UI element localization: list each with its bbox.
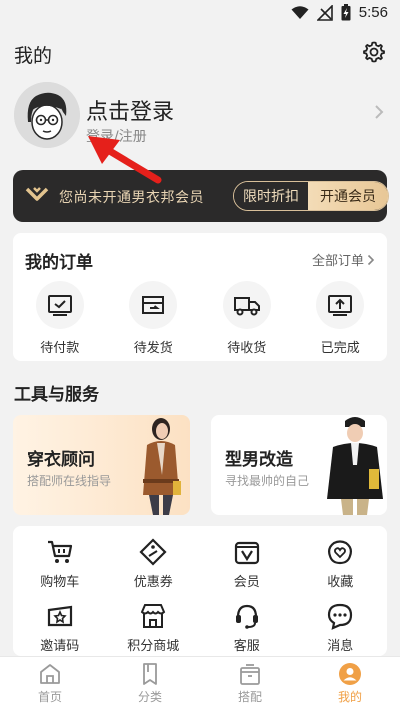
delivery-truck-icon <box>233 297 260 316</box>
order-pending-receipt[interactable]: 待收货 <box>200 281 294 356</box>
header: 我的 <box>0 28 400 78</box>
services-title: 工具与服务 <box>14 385 99 405</box>
login-title[interactable]: 点击登录 <box>86 94 174 126</box>
tab-category[interactable]: 分类 <box>100 657 200 710</box>
tools-card: 购物车 优惠券 会员 收藏 邀请码 积分商城 客服 消息 <box>13 526 387 656</box>
home-icon <box>40 664 60 684</box>
tool-label: 会员 <box>233 575 260 590</box>
limited-discount-label[interactable]: 限时折扣 <box>234 182 308 210</box>
tool-member[interactable]: 会员 <box>200 538 294 590</box>
tool-label: 优惠券 <box>133 575 173 590</box>
invite-code-icon <box>47 605 72 627</box>
order-label: 待收货 <box>227 341 267 356</box>
tool-invite-code[interactable]: 邀请码 <box>13 602 107 654</box>
order-label: 待发货 <box>133 341 173 356</box>
coupon-icon <box>139 538 167 566</box>
bottom-tab-bar: 首页 分类 搭配 我的 <box>0 656 400 710</box>
tool-label: 收藏 <box>327 575 354 590</box>
pending-shipment-icon <box>142 296 165 314</box>
order-completed[interactable]: 已完成 <box>294 281 388 356</box>
profile-icon <box>339 663 361 685</box>
wifi-icon <box>291 5 309 19</box>
outfit-icon <box>240 664 260 685</box>
tab-label: 分类 <box>137 690 162 704</box>
all-orders-label[interactable]: 全部订单 <box>312 250 364 269</box>
tab-home[interactable]: 首页 <box>0 657 100 710</box>
page-title: 我的 <box>14 45 53 67</box>
vip-status-text: 您尚未开通男衣邦会员 <box>59 190 204 206</box>
tool-coupon[interactable]: 优惠券 <box>107 538 201 590</box>
settings-gear-icon[interactable] <box>362 40 386 64</box>
member-icon <box>234 541 259 565</box>
vip-pill[interactable]: 限时折扣 开通会员 <box>233 181 389 211</box>
tool-label: 邀请码 <box>40 639 80 654</box>
avatar[interactable] <box>14 82 80 148</box>
promo-title[interactable]: 型男改造 <box>225 445 293 470</box>
model-man-image <box>327 417 383 515</box>
order-label: 已完成 <box>320 341 360 356</box>
message-icon <box>328 603 353 630</box>
tool-cart[interactable]: 购物车 <box>13 538 107 590</box>
promo-title[interactable]: 穿衣顾问 <box>27 445 95 470</box>
favorite-icon <box>328 540 353 565</box>
cart-icon <box>47 540 72 563</box>
order-pending-payment[interactable]: 待付款 <box>13 281 107 356</box>
category-icon <box>143 663 157 685</box>
battery-charging-icon <box>341 4 351 21</box>
tool-label: 购物车 <box>40 575 80 590</box>
open-membership-button[interactable]: 开通会员 <box>308 182 388 210</box>
customer-service-icon <box>235 604 258 629</box>
vip-banner[interactable]: 您尚未开通男衣邦会员 限时折扣 开通会员 <box>13 170 389 222</box>
promo-subtitle: 寻找最帅的自己 <box>225 474 310 488</box>
tool-label: 积分商城 <box>127 639 180 654</box>
tab-profile[interactable]: 我的 <box>300 657 400 710</box>
makeover-card[interactable]: 型男改造 寻找最帅的自己 <box>211 415 387 515</box>
tab-label: 我的 <box>337 690 362 704</box>
profile-login-row[interactable]: 点击登录 登录/注册 <box>0 78 400 168</box>
no-signal-icon <box>316 4 333 21</box>
tool-message[interactable]: 消息 <box>294 602 388 654</box>
order-label: 待付款 <box>40 341 80 356</box>
style-advisor-card[interactable]: 穿衣顾问 搭配师在线指导 <box>13 415 190 515</box>
tab-label: 搭配 <box>237 690 262 704</box>
tab-label: 首页 <box>37 690 62 704</box>
pending-payment-icon <box>47 295 72 316</box>
orders-title: 我的订单 <box>25 253 93 273</box>
order-pending-shipment[interactable]: 待发货 <box>107 281 201 356</box>
orders-card: 我的订单 全部订单 待付款 待发货 待收货 已完成 <box>13 233 387 361</box>
tab-outfit[interactable]: 搭配 <box>200 657 300 710</box>
login-register-link[interactable]: 登录/注册 <box>86 126 147 146</box>
all-orders-link[interactable]: 全部订单 <box>312 250 375 269</box>
tool-customer-service[interactable]: 客服 <box>200 602 294 654</box>
tool-label: 消息 <box>327 639 354 654</box>
tool-label: 客服 <box>233 639 260 654</box>
completed-icon <box>328 295 353 316</box>
tool-favorite[interactable]: 收藏 <box>294 538 388 590</box>
promo-subtitle: 搭配师在线指导 <box>27 474 112 488</box>
chevron-right-icon[interactable] <box>374 104 384 120</box>
points-mall-icon <box>141 604 166 628</box>
tool-points-mall[interactable]: 积分商城 <box>107 602 201 654</box>
status-time: 5:56 <box>358 4 388 21</box>
vip-chevron-icon <box>25 187 49 201</box>
model-woman-image <box>143 418 181 515</box>
status-bar: 5:56 <box>0 0 400 28</box>
chevron-right-icon <box>367 254 375 265</box>
